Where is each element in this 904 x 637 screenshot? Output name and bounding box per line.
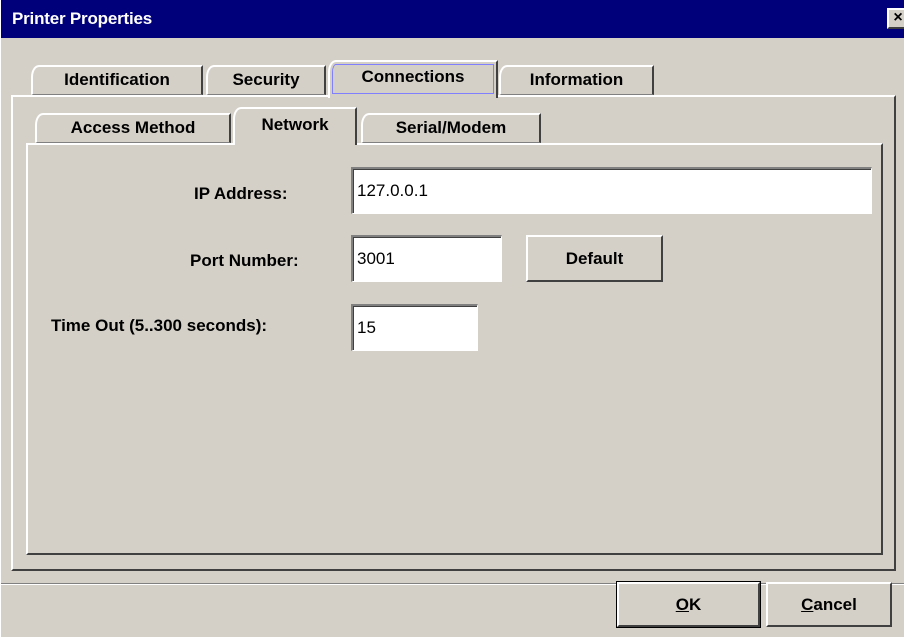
tab-information[interactable]: Information	[499, 65, 654, 95]
printer-properties-dialog: Printer Properties × Identification Secu…	[0, 0, 904, 637]
subtab-access-method[interactable]: Access Method	[35, 113, 231, 143]
cancel-mnemonic: C	[801, 594, 814, 614]
time-out-label: Time Out (5..300 seconds):	[51, 316, 268, 335]
ok-button[interactable]: OK	[616, 581, 761, 628]
cancel-button[interactable]: Cancel	[766, 582, 892, 627]
tab-connections[interactable]: Connections	[328, 60, 498, 98]
ip-address-input[interactable]	[351, 167, 872, 214]
ok-mnemonic: O	[675, 594, 689, 614]
ok-label-rest: K	[688, 594, 702, 614]
tab-security[interactable]: Security	[206, 65, 326, 95]
port-number-input[interactable]	[351, 235, 502, 282]
default-button[interactable]: Default	[526, 235, 663, 282]
subtab-serial-modem[interactable]: Serial/Modem	[361, 113, 541, 143]
cancel-label-rest: ancel	[813, 594, 857, 614]
time-out-input[interactable]	[351, 304, 478, 351]
port-number-label: Port Number:	[190, 251, 299, 270]
window-title: Printer Properties	[12, 9, 153, 28]
close-icon[interactable]: ×	[887, 8, 904, 29]
subtab-network[interactable]: Network	[233, 107, 357, 145]
title-bar[interactable]: Printer Properties ×	[1, 0, 904, 38]
tab-identification[interactable]: Identification	[31, 65, 203, 95]
ip-address-label: IP Address:	[194, 184, 288, 203]
